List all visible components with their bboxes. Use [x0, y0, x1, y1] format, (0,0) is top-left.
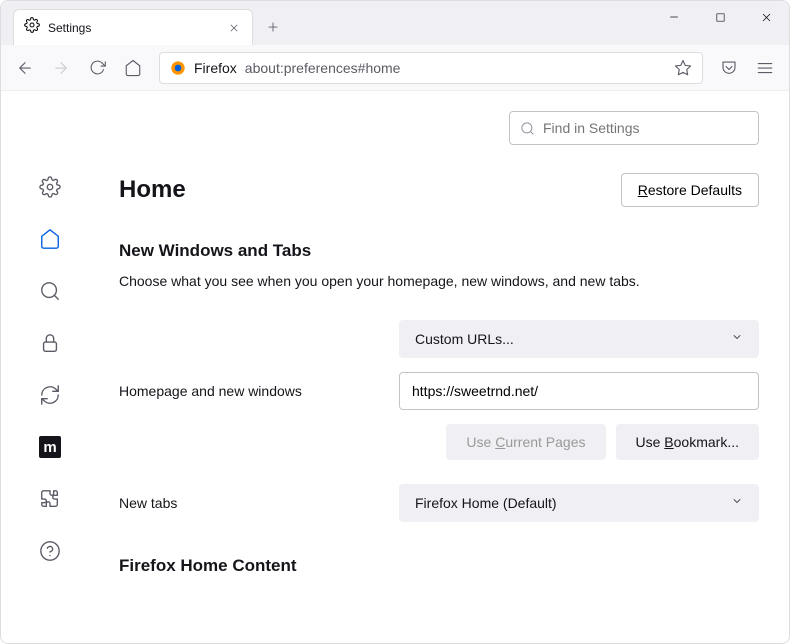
- use-current-pages-button[interactable]: Use Current Pages: [446, 424, 605, 460]
- window-controls: [651, 1, 789, 41]
- sidebar-item-general[interactable]: [34, 171, 66, 203]
- menu-button[interactable]: [749, 52, 781, 84]
- find-settings-box[interactable]: [509, 111, 759, 145]
- homepage-url-input[interactable]: [399, 372, 759, 410]
- sidebar-item-extensions[interactable]: [34, 483, 66, 515]
- maximize-button[interactable]: [697, 1, 743, 33]
- sidebar-item-help[interactable]: [34, 535, 66, 567]
- tab-title: Settings: [48, 21, 218, 35]
- homepage-mode-dropdown[interactable]: Custom URLs...: [399, 320, 759, 358]
- browser-tab[interactable]: Settings: [13, 9, 253, 45]
- tab-bar: Settings: [1, 1, 789, 45]
- section-title-home-content: Firefox Home Content: [119, 556, 759, 576]
- sidebar-item-matomo[interactable]: m: [34, 431, 66, 463]
- gear-icon: [24, 17, 40, 38]
- find-settings-input[interactable]: [543, 120, 748, 136]
- url-bar[interactable]: Firefox about:preferences#home: [159, 52, 703, 84]
- dropdown-label: Firefox Home (Default): [415, 495, 557, 511]
- chevron-down-icon: [731, 494, 743, 512]
- bookmark-star-icon[interactable]: [674, 59, 692, 77]
- content-area: m Home Restore Defaults New Windows and: [1, 91, 789, 643]
- section-desc: Choose what you see when you open your h…: [119, 271, 759, 292]
- url-prefix: Firefox: [194, 60, 237, 76]
- homepage-label: Homepage and new windows: [119, 383, 399, 399]
- settings-sidebar: m: [1, 91, 99, 643]
- url-text: about:preferences#home: [245, 60, 401, 76]
- back-button[interactable]: [9, 52, 41, 84]
- dropdown-label: Custom URLs...: [415, 331, 514, 347]
- firefox-icon: [170, 60, 186, 76]
- navigation-toolbar: Firefox about:preferences#home: [1, 45, 789, 91]
- use-bookmark-button[interactable]: Use Bookmark...: [616, 424, 760, 460]
- home-button[interactable]: [117, 52, 149, 84]
- new-tab-button[interactable]: [257, 11, 289, 43]
- matomo-icon: m: [39, 436, 61, 458]
- sidebar-item-privacy[interactable]: [34, 327, 66, 359]
- close-icon[interactable]: [226, 20, 242, 36]
- newtabs-label: New tabs: [119, 495, 399, 511]
- page-title: Home: [119, 176, 186, 204]
- section-title-windows-tabs: New Windows and Tabs: [119, 241, 759, 261]
- restore-defaults-button[interactable]: Restore Defaults: [621, 173, 759, 207]
- pocket-button[interactable]: [713, 52, 745, 84]
- reload-button[interactable]: [81, 52, 113, 84]
- minimize-button[interactable]: [651, 1, 697, 33]
- main-panel: Home Restore Defaults New Windows and Ta…: [99, 91, 789, 643]
- chevron-down-icon: [731, 330, 743, 348]
- sidebar-item-search[interactable]: [34, 275, 66, 307]
- newtabs-dropdown[interactable]: Firefox Home (Default): [399, 484, 759, 522]
- sidebar-item-home[interactable]: [34, 223, 66, 255]
- close-window-button[interactable]: [743, 1, 789, 33]
- search-icon: [520, 121, 535, 136]
- sidebar-item-sync[interactable]: [34, 379, 66, 411]
- forward-button[interactable]: [45, 52, 77, 84]
